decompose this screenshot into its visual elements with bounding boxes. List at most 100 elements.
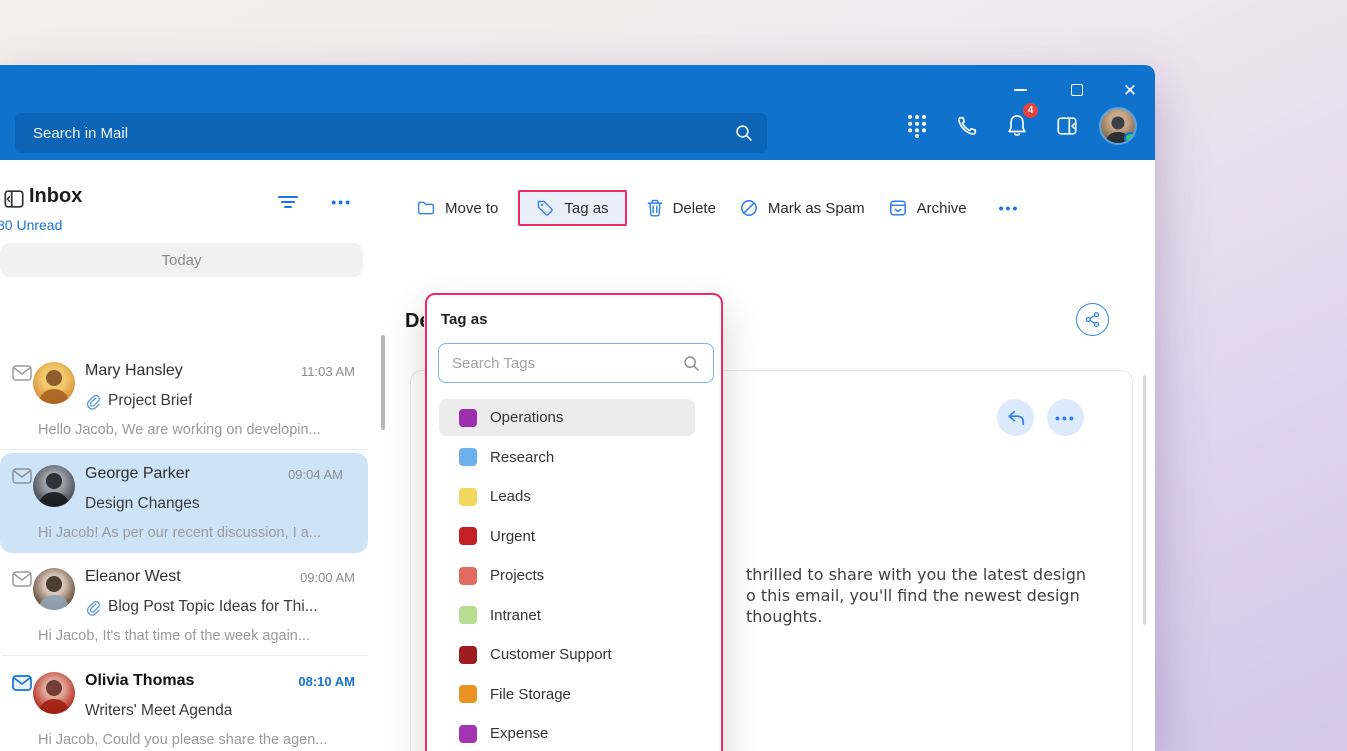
archive-icon (889, 200, 906, 216)
mail-app-window: ✕ Search in Mail 4 Inbox 80 Unread ••• T… (0, 65, 1155, 751)
search-placeholder: Search in Mail (33, 124, 129, 142)
reply-button[interactable] (997, 399, 1034, 436)
toolbar-more-button[interactable]: ••• (979, 191, 1032, 225)
tag-color-swatch (459, 566, 477, 585)
move-to-button[interactable]: Move to (405, 191, 510, 226)
share-icon (1085, 312, 1100, 327)
archive-button[interactable]: Archive (877, 190, 979, 226)
sidebar-scrollbar[interactable] (381, 335, 385, 430)
phone-icon (958, 116, 977, 135)
tag-color-swatch (459, 724, 477, 743)
sender-avatar (33, 568, 75, 610)
tag-label: File Storage (490, 685, 571, 703)
tag-option[interactable]: File Storage (427, 675, 721, 715)
email-time: 11:03 AM (301, 364, 355, 379)
email-sender: Mary Hansley (85, 362, 183, 379)
email-subject: Blog Post Topic Ideas for Thi... (108, 598, 318, 615)
email-row[interactable]: Eleanor West 09:00 AM Blog Post Topic Id… (0, 556, 380, 656)
email-subject: Project Brief (108, 392, 193, 409)
mark-as-spam-label: Mark as Spam (767, 199, 865, 217)
tag-color-swatch (459, 645, 477, 664)
filter-sort-icon[interactable] (277, 194, 299, 210)
read-envelope-icon (12, 571, 32, 587)
body-line: thrilled to share with you the latest de… (746, 565, 1086, 584)
tag-color-swatch (459, 408, 477, 427)
sender-avatar (33, 465, 75, 507)
spam-block-icon (740, 200, 757, 216)
read-envelope-icon (12, 365, 32, 381)
notifications-button[interactable]: 4 (999, 102, 1039, 144)
user-avatar[interactable] (1099, 107, 1137, 145)
tag-label: Projects (490, 567, 545, 585)
email-sender: Eleanor West (85, 568, 181, 585)
titlebar: ✕ Search in Mail 4 (0, 65, 1155, 160)
tag-option[interactable]: Leads (427, 477, 721, 517)
email-row-selected[interactable]: George Parker 09:04 AM Design Changes Hi… (0, 453, 368, 553)
tag-label: Leads (490, 488, 531, 506)
sender-avatar (33, 362, 75, 404)
email-preview: Hi Jacob, Could you please share the age… (38, 732, 328, 748)
panel-toggle-button[interactable] (1049, 108, 1085, 144)
delete-label: Delete (672, 199, 716, 217)
body-line: o this email, you'll find the newest des… (746, 586, 1080, 605)
tag-label: Operations (490, 409, 564, 427)
phone-button[interactable] (949, 108, 985, 144)
mail-list-panel: Inbox 80 Unread ••• Today Mary Hansley 1… (0, 160, 392, 751)
share-button[interactable] (1076, 303, 1109, 336)
maximize-button[interactable] (1057, 75, 1097, 105)
email-row[interactable]: Mary Hansley 11:03 AM Project Brief Hell… (0, 350, 380, 450)
tag-label: Research (490, 448, 555, 466)
email-preview: Hi Jacob, It's that time of the week aga… (38, 628, 310, 644)
tag-dropdown-title: Tag as (441, 311, 488, 328)
message-more-button[interactable]: ••• (1047, 399, 1084, 436)
panel-toggle-icon (1057, 117, 1077, 135)
tag-search-icon (684, 355, 699, 371)
tag-as-button[interactable]: Tag as (518, 190, 627, 226)
tag-option[interactable]: Research (427, 438, 721, 478)
folder-title: Inbox (29, 185, 83, 207)
message-more-icon: ••• (1055, 409, 1076, 426)
email-preview: Hello Jacob, We are working on developin… (38, 422, 321, 438)
mark-as-spam-button[interactable]: Mark as Spam (728, 190, 877, 226)
attachment-icon (86, 600, 100, 616)
tag-label: Intranet (490, 606, 541, 624)
apps-dialpad-button[interactable] (899, 108, 935, 144)
minimize-button[interactable] (1000, 75, 1040, 105)
minimize-icon (1013, 89, 1027, 91)
archive-label: Archive (916, 199, 967, 217)
email-sender: Olivia Thomas (85, 672, 195, 689)
tag-color-swatch (459, 606, 477, 625)
search-input[interactable]: Search in Mail (15, 113, 767, 153)
tag-option[interactable]: Expense (427, 714, 721, 751)
list-more-icon[interactable]: ••• (331, 194, 352, 210)
apps-dialpad-icon (908, 115, 926, 138)
collapse-panel-icon[interactable] (3, 188, 25, 210)
email-row-unread[interactable]: Olivia Thomas 08:10 AM Writers' Meet Age… (0, 660, 380, 751)
email-time: 09:04 AM (288, 467, 343, 482)
read-envelope-icon (12, 468, 32, 484)
tag-option[interactable]: Operations (427, 398, 721, 438)
close-button[interactable]: ✕ (1110, 75, 1150, 105)
notification-bell-icon (1008, 115, 1026, 136)
message-toolbar: Move to Tag as Delete Mark as Spam Archi… (405, 190, 1031, 226)
reply-icon (1007, 410, 1024, 425)
row-divider (2, 449, 368, 450)
tag-option[interactable]: Customer Support (427, 635, 721, 675)
tag-option[interactable]: Intranet (427, 596, 721, 636)
tag-label: Urgent (490, 527, 536, 545)
trash-icon (647, 199, 662, 217)
tag-list: Operations Research Leads Urgent Project… (427, 398, 721, 751)
delete-button[interactable]: Delete (635, 190, 728, 226)
move-to-label: Move to (445, 199, 499, 217)
tag-label: Customer Support (490, 646, 612, 664)
tag-option[interactable]: Projects (427, 556, 721, 596)
tag-option[interactable]: Urgent (427, 517, 721, 557)
tag-color-swatch (459, 487, 477, 506)
row-divider (2, 655, 368, 656)
content-scrollbar[interactable] (1143, 375, 1146, 625)
tag-search-input[interactable]: Search Tags (438, 343, 714, 383)
tag-color-swatch (459, 685, 477, 704)
message-subject: Design Changes (405, 310, 424, 332)
tag-color-swatch (459, 448, 477, 467)
email-subject: Design Changes (85, 495, 200, 512)
